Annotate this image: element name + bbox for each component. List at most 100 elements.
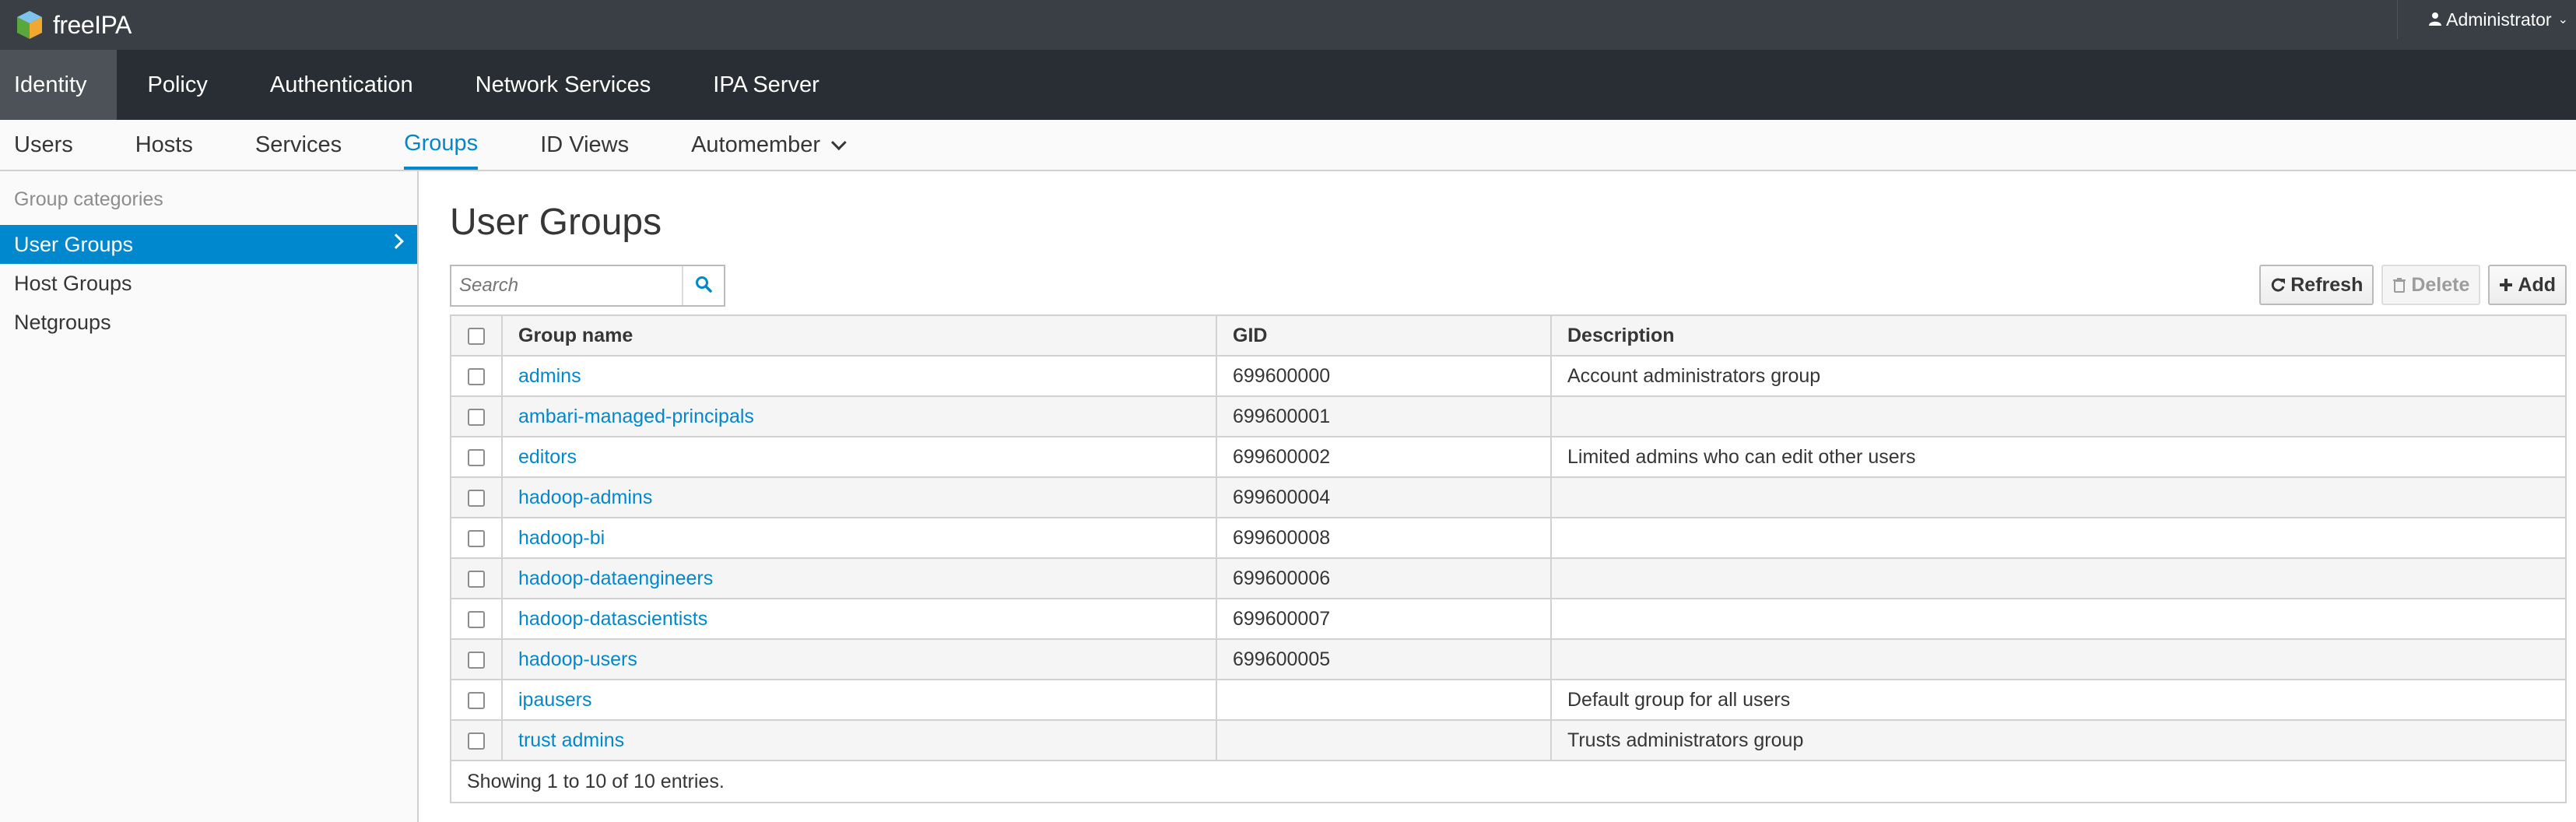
column-header-group-name[interactable]: Group name	[501, 314, 1217, 357]
row-select-cell	[450, 679, 503, 721]
delete-button[interactable]: Delete	[2381, 265, 2481, 305]
tab-users[interactable]: Users	[14, 120, 73, 170]
chevron-down-icon: ⌄	[2557, 13, 2568, 26]
search-input[interactable]	[451, 267, 677, 304]
user-icon	[2429, 9, 2442, 30]
sidebar-item-label: Netgroups	[14, 310, 111, 334]
action-buttons: Refresh Delete Add	[2259, 265, 2567, 305]
chevron-down-icon	[831, 135, 847, 151]
tab-hosts[interactable]: Hosts	[135, 120, 193, 170]
row-select-cell	[450, 719, 503, 761]
add-button[interactable]: Add	[2488, 265, 2567, 305]
group-name-link[interactable]: hadoop-admins	[518, 487, 652, 508]
group-name-link[interactable]: ipausers	[518, 689, 592, 711]
sidebar-item-host-groups[interactable]: Host Groups	[0, 264, 417, 303]
sidebar-item-label: Host Groups	[14, 271, 132, 295]
sidebar-item-user-groups[interactable]: User Groups	[0, 225, 417, 264]
refresh-button[interactable]: Refresh	[2259, 265, 2374, 305]
plus-icon	[2499, 278, 2513, 292]
secondary-nav: Users Hosts Services Groups ID Views Aut…	[0, 120, 2576, 171]
row-select-cell	[450, 395, 503, 437]
group-name-link[interactable]: hadoop-bi	[518, 527, 605, 549]
group-name-cell: editors	[501, 436, 1217, 478]
user-menu[interactable]: Administrator ⌄	[2429, 9, 2568, 30]
tab-automember[interactable]: Automember	[691, 120, 847, 170]
group-name-cell: hadoop-users	[501, 638, 1217, 680]
row-select-cell	[450, 436, 503, 478]
refresh-label: Refresh	[2290, 273, 2364, 296]
group-name-cell: hadoop-admins	[501, 476, 1217, 518]
nav-authentication[interactable]: Authentication	[239, 50, 444, 120]
table-header-row: Group name GID Description	[450, 314, 2567, 357]
row-select-cell	[450, 476, 503, 518]
column-header-gid[interactable]: GID	[1216, 314, 1552, 357]
refresh-icon	[2270, 277, 2286, 293]
group-name-link[interactable]: hadoop-users	[518, 648, 637, 670]
group-name-link[interactable]: admins	[518, 365, 581, 387]
nav-network-services[interactable]: Network Services	[444, 50, 683, 120]
table-row: trust admins Trusts administrators group	[450, 719, 2567, 761]
add-label: Add	[2518, 273, 2556, 296]
row-checkbox[interactable]	[468, 570, 485, 588]
groups-table: Group name GID Description admins 699600…	[450, 314, 2567, 803]
row-select-cell	[450, 517, 503, 559]
gid-cell: 699600004	[1216, 476, 1552, 518]
row-select-cell	[450, 355, 503, 397]
tab-id-views[interactable]: ID Views	[540, 120, 629, 170]
freeipa-logo-icon	[14, 9, 45, 40]
sidebar-item-netgroups[interactable]: Netgroups	[0, 303, 417, 342]
description-cell	[1550, 598, 2567, 640]
description-cell	[1550, 638, 2567, 680]
sidebar-item-label: User Groups	[14, 232, 134, 256]
table-row: ambari-managed-principals 699600001	[450, 395, 2567, 437]
masthead-utility: Administrator ⌄	[2397, 0, 2576, 39]
gid-cell: 699600007	[1216, 598, 1552, 640]
tab-groups[interactable]: Groups	[404, 120, 479, 170]
tab-services[interactable]: Services	[255, 120, 342, 170]
row-checkbox[interactable]	[468, 367, 485, 385]
tab-automember-label: Automember	[691, 132, 821, 157]
row-select-cell	[450, 598, 503, 640]
group-name-link[interactable]: hadoop-datascientists	[518, 608, 707, 630]
group-name-link[interactable]: ambari-managed-principals	[518, 406, 754, 427]
group-name-cell: ipausers	[501, 679, 1217, 721]
column-header-description[interactable]: Description	[1550, 314, 2567, 357]
row-checkbox[interactable]	[468, 408, 485, 426]
row-checkbox[interactable]	[468, 529, 485, 547]
row-checkbox[interactable]	[468, 732, 485, 750]
search-button[interactable]	[682, 266, 724, 305]
gid-cell: 699600005	[1216, 638, 1552, 680]
row-checkbox[interactable]	[468, 651, 485, 669]
brand[interactable]: freeIPA	[14, 0, 132, 50]
delete-label: Delete	[2411, 273, 2470, 296]
gid-cell	[1216, 719, 1552, 761]
brand-name: freeIPA	[53, 10, 132, 39]
gid-cell: 699600002	[1216, 436, 1552, 478]
row-checkbox[interactable]	[468, 489, 485, 507]
group-name-link[interactable]: editors	[518, 446, 577, 468]
gid-cell: 699600006	[1216, 557, 1552, 599]
group-name-cell: hadoop-dataengineers	[501, 557, 1217, 599]
row-checkbox[interactable]	[468, 610, 485, 628]
primary-nav: Identity Policy Authentication Network S…	[0, 50, 2576, 120]
nav-policy[interactable]: Policy	[117, 50, 239, 120]
gid-cell: 699600008	[1216, 517, 1552, 559]
table-row: editors 699600002 Limited admins who can…	[450, 436, 2567, 478]
select-all-checkbox[interactable]	[468, 327, 485, 345]
chevron-right-icon	[388, 234, 404, 249]
group-name-link[interactable]: trust admins	[518, 729, 624, 751]
nav-ipa-server[interactable]: IPA Server	[682, 50, 850, 120]
table-body: admins 699600000 Account administrators …	[450, 355, 2567, 803]
masthead: freeIPA Administrator ⌄	[0, 0, 2576, 50]
table-row: hadoop-admins 699600004	[450, 476, 2567, 518]
gid-cell: 699600000	[1216, 355, 1552, 397]
description-cell	[1550, 517, 2567, 559]
nav-identity[interactable]: Identity	[0, 50, 117, 120]
row-checkbox[interactable]	[468, 448, 485, 466]
sidebar: Group categories User Groups Host Groups…	[0, 171, 419, 822]
table-row: hadoop-dataengineers 699600006	[450, 557, 2567, 599]
group-name-link[interactable]: hadoop-dataengineers	[518, 567, 713, 589]
group-name-cell: hadoop-datascientists	[501, 598, 1217, 640]
pagination-summary: Showing 1 to 10 of 10 entries.	[450, 760, 2567, 803]
row-checkbox[interactable]	[468, 691, 485, 709]
